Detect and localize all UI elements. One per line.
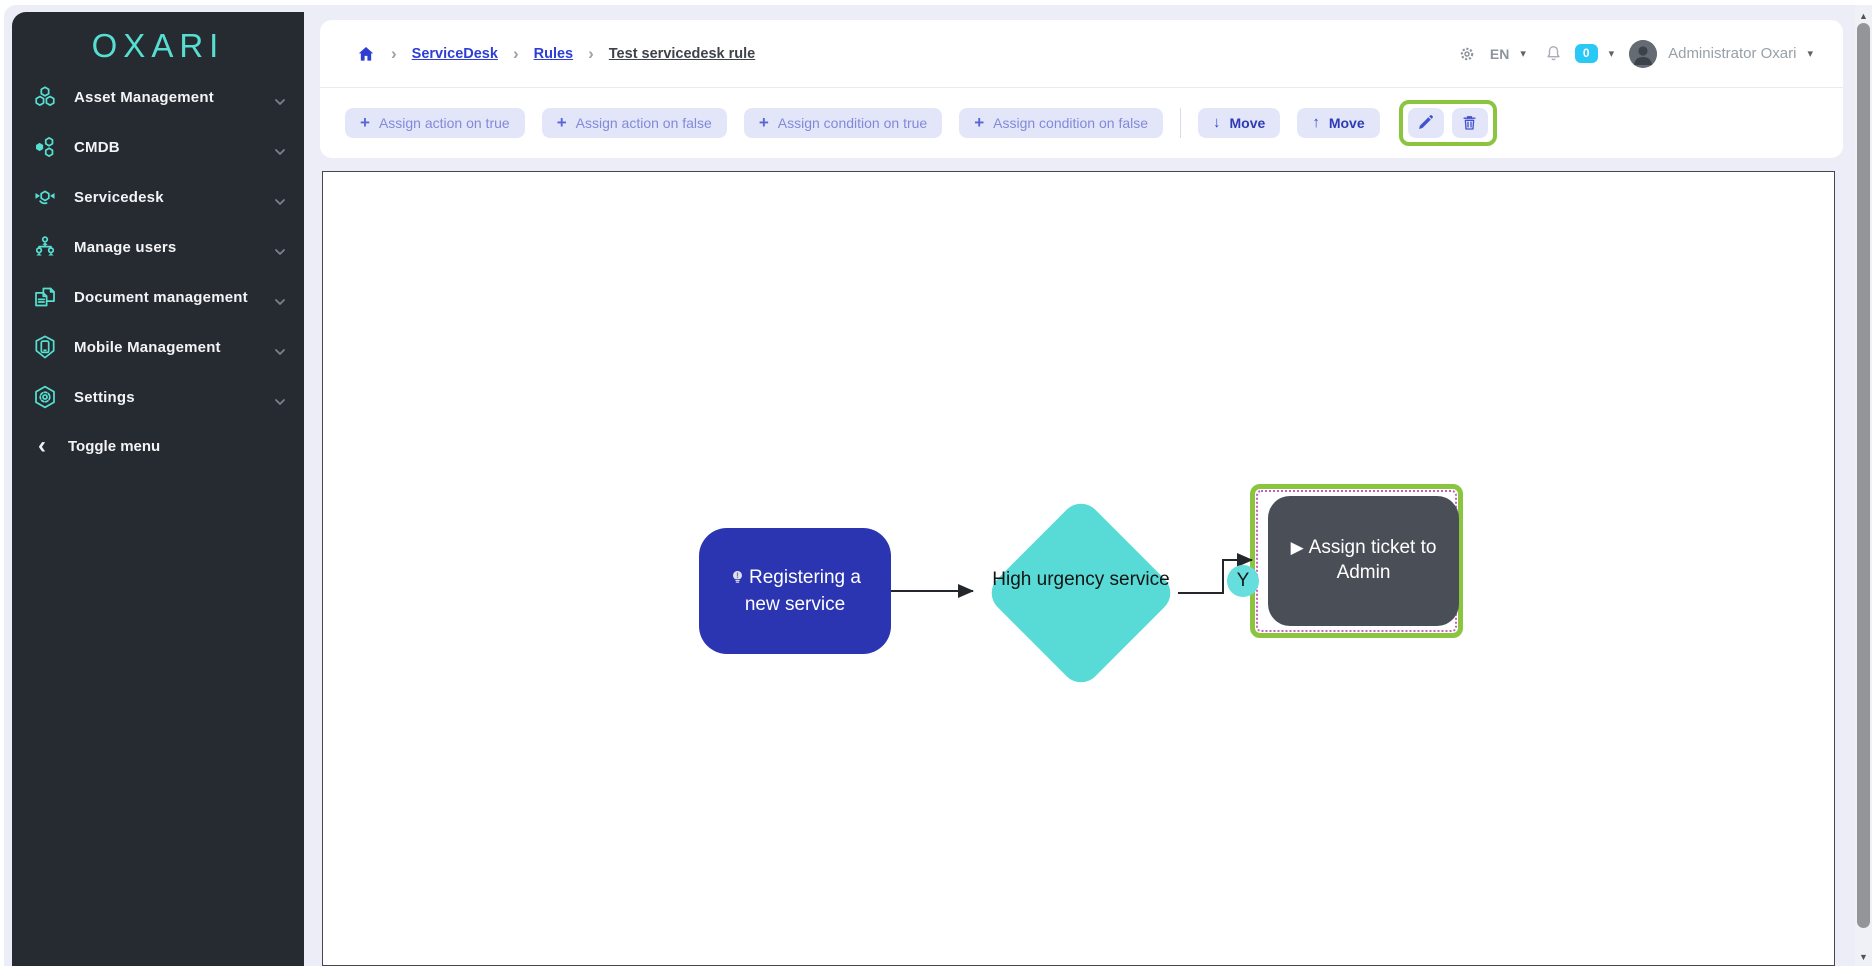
sidebar-item-label: Mobile Management <box>74 339 274 356</box>
home-icon[interactable] <box>356 44 376 64</box>
play-icon: ▶ <box>1291 538 1304 557</box>
action-node-label: Assign ticket to Admin <box>1309 537 1437 583</box>
sidebar-item-label: Settings <box>74 389 274 406</box>
button-label: Move <box>1230 115 1266 131</box>
application-window: OXARI Asset Management CMDB <box>0 0 1872 966</box>
chevron-down-icon <box>274 343 286 351</box>
assign-action-on-false-button[interactable]: + Assign action on false <box>542 108 727 138</box>
move-up-button[interactable]: ↑ Move <box>1297 108 1379 138</box>
plus-icon: + <box>557 114 567 131</box>
header-card: › ServiceDesk › Rules › Test servicedesk… <box>320 20 1843 158</box>
scroll-up-arrow[interactable]: ▲ <box>1855 11 1872 21</box>
trash-icon <box>1460 113 1479 132</box>
notification-bell-icon[interactable] <box>1543 43 1564 64</box>
language-selector[interactable]: EN <box>1490 46 1509 62</box>
sidebar-item-label: Asset Management <box>74 89 274 106</box>
breadcrumb-link-rules[interactable]: Rules <box>534 46 574 62</box>
sidebar-item-mobile-management[interactable]: Mobile Management <box>12 322 304 372</box>
cmdb-icon <box>32 134 58 160</box>
oxari-logo: OXARI <box>12 26 304 66</box>
button-label: Assign action on true <box>379 115 510 131</box>
edge-label-yes: Y <box>1227 565 1259 597</box>
trigger-node-label: Registering a new service <box>745 567 861 615</box>
sidebar-item-asset-management[interactable]: Asset Management <box>12 72 304 122</box>
scroll-down-arrow[interactable]: ▼ <box>1855 952 1872 962</box>
gear-icon[interactable] <box>1457 44 1477 64</box>
breadcrumb-current: Test servicedesk rule <box>609 46 755 62</box>
plus-icon: + <box>360 114 370 131</box>
sidebar-item-label: CMDB <box>74 139 274 156</box>
breadcrumb-separator: › <box>391 45 397 62</box>
chevron-down-icon[interactable]: ▾ <box>1609 47 1615 60</box>
rule-toolbar: + Assign action on true + Assign action … <box>320 88 1843 157</box>
toggle-menu-label: Toggle menu <box>68 438 160 455</box>
chevron-left-icon: ‹ <box>38 434 46 458</box>
button-label: Assign action on false <box>576 115 712 131</box>
move-down-button[interactable]: ↓ Move <box>1198 108 1280 138</box>
toolbar-divider <box>1180 108 1181 138</box>
breadcrumb-row: › ServiceDesk › Rules › Test servicedesk… <box>320 20 1843 88</box>
button-label: Move <box>1329 115 1365 131</box>
arrow-up-icon: ↑ <box>1312 115 1320 130</box>
sidebar-item-manage-users[interactable]: Manage users <box>12 222 304 272</box>
sidebar-item-label: Servicedesk <box>74 189 274 206</box>
edit-button[interactable] <box>1408 108 1444 138</box>
avatar[interactable] <box>1629 40 1657 68</box>
chevron-down-icon <box>274 143 286 151</box>
topbar-controls: EN ▾ 0 ▾ Administrator <box>1457 40 1813 68</box>
chevron-down-icon[interactable]: ▾ <box>1520 47 1526 60</box>
notification-count-badge: 0 <box>1575 44 1598 63</box>
arrow-down-icon: ↓ <box>1213 115 1221 130</box>
lightbulb-icon <box>729 569 746 593</box>
scrollbar-thumb[interactable] <box>1857 23 1870 928</box>
chevron-down-icon <box>274 93 286 101</box>
assign-condition-on-true-button[interactable]: + Assign condition on true <box>744 108 942 138</box>
action-node[interactable]: ▶ Assign ticket to Admin <box>1268 496 1459 626</box>
breadcrumb: › ServiceDesk › Rules › Test servicedesk… <box>356 44 755 64</box>
manage-users-icon <box>32 234 58 260</box>
delete-button[interactable] <box>1452 108 1488 138</box>
trigger-node[interactable]: Registering a new service <box>699 528 891 654</box>
breadcrumb-separator: › <box>513 45 519 62</box>
settings-icon <box>32 384 58 410</box>
sidebar-item-servicedesk[interactable]: Servicedesk <box>12 172 304 222</box>
sidebar-item-label: Document management <box>74 289 274 306</box>
chevron-down-icon <box>274 293 286 301</box>
sidebar-item-label: Manage users <box>74 239 274 256</box>
chevron-down-icon[interactable]: ▾ <box>1807 47 1813 60</box>
breadcrumb-link-servicedesk[interactable]: ServiceDesk <box>412 46 498 62</box>
plus-icon: + <box>759 114 769 131</box>
sidebar: OXARI Asset Management CMDB <box>12 12 304 966</box>
servicedesk-icon <box>32 184 58 210</box>
pencil-icon <box>1416 113 1435 132</box>
chevron-down-icon <box>274 243 286 251</box>
breadcrumb-separator: › <box>588 45 594 62</box>
toggle-menu-button[interactable]: ‹ Toggle menu <box>12 424 304 468</box>
button-label: Assign condition on false <box>993 115 1148 131</box>
sidebar-item-cmdb[interactable]: CMDB <box>12 122 304 172</box>
mobile-management-icon <box>32 334 58 360</box>
chevron-down-icon <box>274 393 286 401</box>
user-name[interactable]: Administrator Oxari <box>1668 45 1796 62</box>
asset-management-icon <box>32 84 58 110</box>
sidebar-item-document-management[interactable]: Document management <box>12 272 304 322</box>
chevron-down-icon <box>274 193 286 201</box>
assign-action-on-true-button[interactable]: + Assign action on true <box>345 108 525 138</box>
assign-condition-on-false-button[interactable]: + Assign condition on false <box>959 108 1163 138</box>
plus-icon: + <box>974 114 984 131</box>
vertical-scrollbar[interactable]: ▲ ▼ <box>1855 5 1872 966</box>
button-label: Assign condition on true <box>778 115 927 131</box>
rule-flowchart-canvas[interactable]: Registering a new service High urgency s… <box>322 171 1835 966</box>
document-management-icon <box>32 284 58 310</box>
sidebar-item-settings[interactable]: Settings <box>12 372 304 422</box>
selected-node-actions-group <box>1399 100 1497 146</box>
